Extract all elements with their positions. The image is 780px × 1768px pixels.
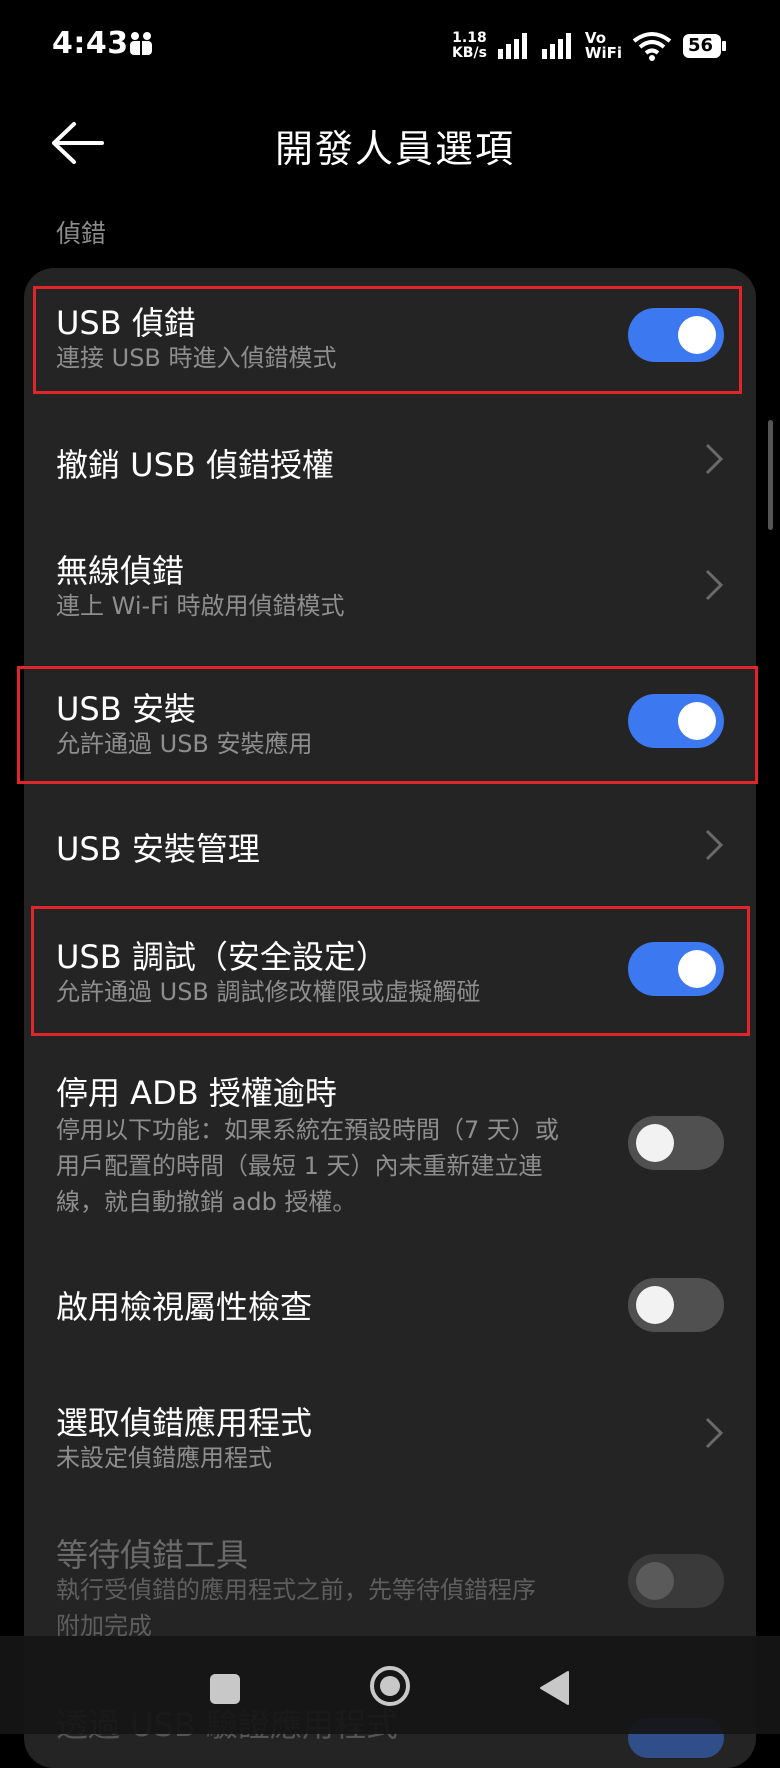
status-icons: 1.18 KB/s Vo WiFi 56 bbox=[452, 24, 728, 68]
setting-subtitle: 停用以下功能：如果系統在預設時間（7 天）或 用戶配置的時間（最短 1 天）內未… bbox=[56, 1112, 636, 1220]
status-bar: 4:43 1.18 KB/s Vo WiFi 56 bbox=[0, 0, 780, 92]
vowifi-indicator: Vo WiFi bbox=[584, 29, 622, 62]
setting-title: 選取偵錯應用程式 bbox=[56, 1404, 313, 1442]
setting-title: 撤銷 USB 偵錯授權 bbox=[56, 446, 335, 484]
setting-usb-install-management[interactable]: USB 安裝管理 bbox=[24, 798, 756, 898]
setting-wait-for-debugger[interactable]: 等待偵錯工具 執行受偵錯的應用程式之前，先等待偵錯程序 附加完成 bbox=[24, 1520, 756, 1650]
view-attribute-toggle[interactable] bbox=[628, 1278, 724, 1332]
setting-title: 啟用檢視屬性檢查 bbox=[56, 1288, 313, 1326]
highlight-box-usb-debugging-security bbox=[31, 906, 750, 1036]
section-label: 偵錯 bbox=[56, 219, 107, 248]
setting-subtitle: 執行受偵錯的應用程式之前，先等待偵錯程序 附加完成 bbox=[56, 1572, 636, 1644]
status-time: 4:43 bbox=[52, 26, 129, 61]
chevron-right-icon bbox=[705, 569, 724, 601]
battery-level: 56 bbox=[688, 35, 714, 56]
setting-title: 無線偵錯 bbox=[56, 552, 185, 590]
signal-icon-2 bbox=[541, 33, 571, 59]
net-speed: 1.18 KB/s bbox=[451, 30, 487, 61]
header: 開發人員選項 bbox=[0, 92, 780, 196]
setting-wireless-debugging[interactable]: 無線偵錯 連上 Wi-Fi 時啟用偵錯模式 bbox=[24, 530, 756, 640]
subtitle-line: 停用以下功能：如果系統在預設時間（7 天）或 bbox=[56, 1116, 559, 1144]
subtitle-line: 線，就自動撤銷 adb 授權。 bbox=[56, 1188, 357, 1216]
setting-title: USB 安裝管理 bbox=[56, 830, 260, 868]
scrollbar[interactable] bbox=[768, 420, 773, 530]
battery-icon: 56 bbox=[682, 33, 728, 59]
chevron-right-icon bbox=[705, 829, 724, 861]
disable-adb-timeout-toggle[interactable] bbox=[628, 1116, 724, 1170]
navigation-bar bbox=[0, 1636, 780, 1734]
home-icon[interactable] bbox=[368, 1664, 412, 1708]
chevron-right-icon bbox=[705, 1417, 724, 1449]
chevron-right-icon bbox=[705, 443, 724, 475]
subtitle-line: 執行受偵錯的應用程式之前，先等待偵錯程序 bbox=[56, 1576, 536, 1604]
page-title: 開發人員選項 bbox=[274, 127, 515, 171]
signal-icon bbox=[497, 33, 527, 59]
recent-apps-icon[interactable] bbox=[210, 1674, 240, 1704]
setting-select-debug-app[interactable]: 選取偵錯應用程式 未設定偵錯應用程式 bbox=[24, 1386, 756, 1496]
highlight-box-usb-install bbox=[17, 666, 758, 784]
notification-icon bbox=[130, 32, 152, 55]
setting-subtitle: 未設定偵錯應用程式 bbox=[56, 1444, 272, 1472]
setting-title: 停用 ADB 授權逾時 bbox=[56, 1074, 337, 1112]
nav-back-icon[interactable] bbox=[538, 1670, 570, 1706]
highlight-box-usb-debugging bbox=[33, 286, 742, 394]
setting-subtitle: 連上 Wi-Fi 時啟用偵錯模式 bbox=[56, 592, 345, 620]
wait-for-debugger-toggle bbox=[628, 1554, 724, 1608]
setting-disable-adb-timeout[interactable]: 停用 ADB 授權逾時 停用以下功能：如果系統在預設時間（7 天）或 用戶配置的… bbox=[24, 1062, 756, 1232]
subtitle-line: 用戶配置的時間（最短 1 天）內未重新建立連 bbox=[56, 1152, 543, 1180]
setting-title: 等待偵錯工具 bbox=[56, 1536, 249, 1574]
setting-view-attribute-inspection[interactable]: 啟用檢視屬性檢查 bbox=[24, 1256, 756, 1356]
wifi-icon bbox=[632, 32, 672, 61]
setting-revoke-usb-auth[interactable]: 撤銷 USB 偵錯授權 bbox=[24, 410, 756, 510]
